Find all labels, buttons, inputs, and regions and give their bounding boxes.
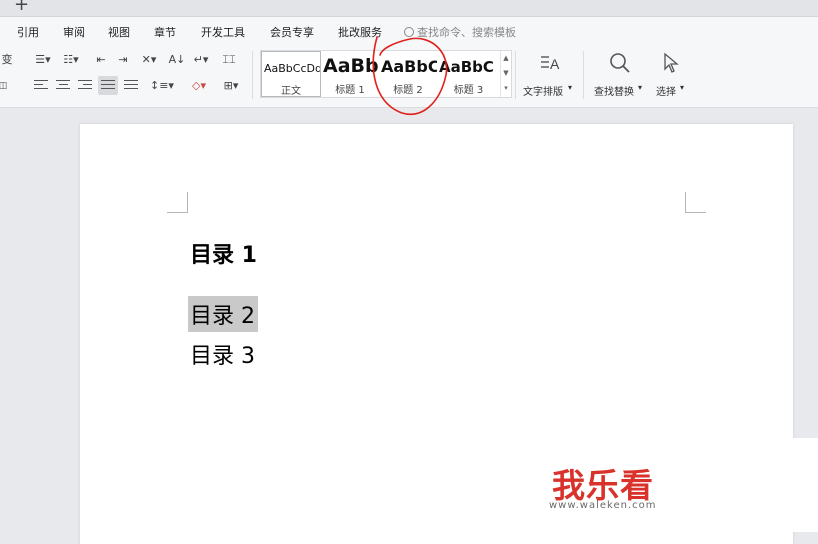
bullet-list-icon[interactable]: ☰▾	[34, 53, 52, 67]
justify-icon	[101, 80, 115, 92]
style-normal[interactable]: AaBbCcDd 正文	[261, 51, 321, 97]
distributed-align-icon[interactable]	[124, 80, 138, 92]
chevron-up-icon[interactable]: ▲	[501, 51, 511, 66]
numbered-list-icon[interactable]: ☷▾	[62, 53, 80, 67]
clear-format-icon[interactable]: ◫	[0, 79, 8, 93]
svg-text:A: A	[550, 56, 560, 72]
document-page[interactable]: 目录 1 目录 2 目录 3	[80, 124, 793, 544]
chinese-layout-icon[interactable]: ✕▾	[140, 53, 158, 67]
justify-button[interactable]	[98, 76, 118, 95]
menu-review[interactable]: 审阅	[63, 24, 85, 40]
chevron-down-icon: ▾	[638, 83, 643, 92]
expand-icon[interactable]: ▾	[501, 81, 511, 96]
watermark-url: www.waleken.com	[549, 500, 657, 511]
ribbon-separator	[515, 51, 516, 99]
toc-line-1[interactable]: 目录 1	[190, 237, 257, 269]
page-edge	[793, 438, 818, 532]
text-layout-button[interactable]: A 文字排版 ▾	[522, 49, 578, 99]
select-button[interactable]: 选择 ▾	[654, 49, 694, 99]
menu-references[interactable]: 引用	[17, 24, 39, 40]
chevron-down-icon: ▾	[680, 83, 685, 92]
sort-icon[interactable]: A↓	[168, 53, 186, 67]
chevron-down-icon[interactable]: ▼	[501, 66, 511, 81]
chevron-down-icon: ▾	[568, 83, 573, 92]
change-case-button[interactable]: 变	[0, 53, 14, 67]
menu-developer-tools[interactable]: 开发工具	[201, 24, 245, 40]
find-replace-label: 查找替换	[594, 87, 634, 98]
ribbon-separator	[583, 51, 584, 99]
magnifier-icon	[610, 53, 630, 73]
find-replace-button[interactable]: 查找替换 ▾	[592, 49, 650, 99]
border-icon[interactable]: ⊞▾	[222, 79, 240, 93]
margin-corner-left	[167, 192, 188, 213]
increase-indent-icon[interactable]: ⇥	[114, 53, 132, 67]
text-layout-label: 文字排版	[523, 87, 563, 98]
shading-icon[interactable]: ◇▾	[190, 79, 208, 93]
menu-chapter[interactable]: 章节	[154, 24, 176, 40]
gallery-scroll[interactable]: ▲ ▼ ▾	[500, 51, 511, 97]
style-normal-sample: AaBbCcDd	[264, 62, 321, 75]
toc-line-3[interactable]: 目录 3	[190, 338, 255, 370]
line-spacing-icon[interactable]: ↕≡▾	[150, 79, 174, 93]
paragraph-mark-icon[interactable]: ↵▾	[192, 53, 210, 67]
menu-member-exclusive[interactable]: 会员专享	[270, 24, 314, 40]
cursor-arrow-icon	[664, 52, 679, 73]
style-normal-label: 正文	[281, 86, 301, 97]
tab-ruler-icon[interactable]: ⌶⌶	[220, 53, 238, 67]
ribbon-separator	[252, 51, 253, 99]
align-right-icon[interactable]	[78, 80, 92, 92]
text-layout-icon: A	[541, 56, 560, 72]
margin-corner-right	[685, 192, 706, 213]
align-center-icon[interactable]	[56, 80, 70, 92]
tab-bar: +	[0, 0, 818, 17]
red-annotation-circle	[372, 36, 448, 115]
toc-line-2-selected[interactable]: 目录 2	[188, 296, 258, 332]
align-left-icon[interactable]	[34, 80, 48, 92]
new-tab-button[interactable]: +	[14, 0, 29, 15]
menu-view[interactable]: 视图	[108, 24, 130, 40]
decrease-indent-icon[interactable]: ⇤	[92, 53, 110, 67]
select-label: 选择	[656, 87, 676, 98]
